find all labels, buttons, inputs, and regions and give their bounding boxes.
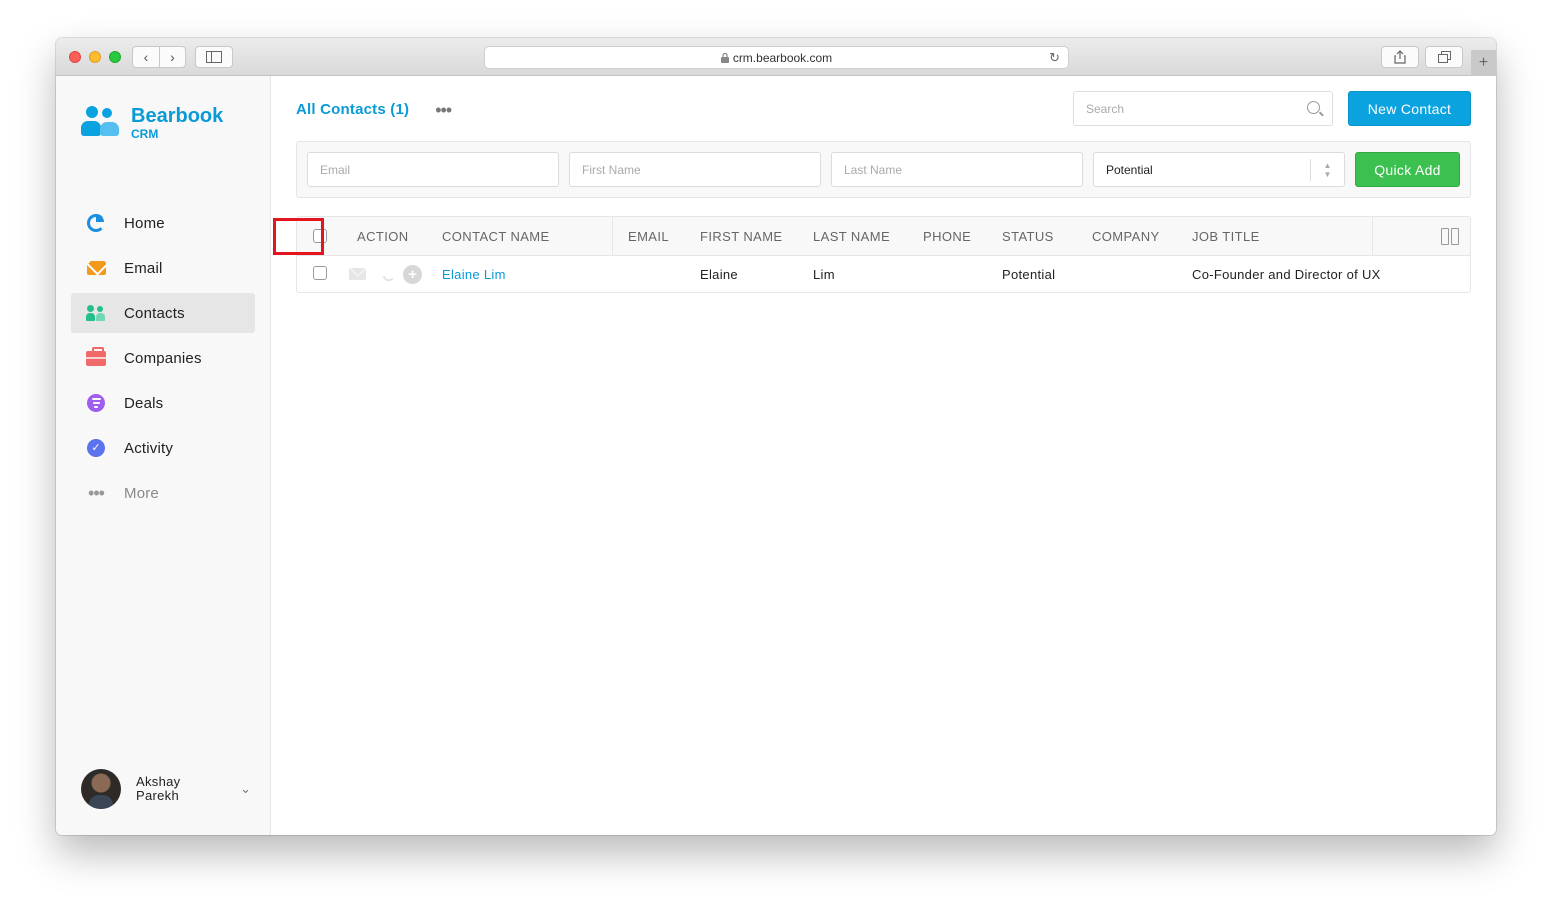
email-field[interactable]: Email [307,152,559,187]
column-header-job-title[interactable]: JOB TITLE [1192,217,1260,256]
table-header: ACTION CONTACT NAME EMAIL FIRST NAME LAS… [297,217,1470,256]
sidebar-item-contacts[interactable]: Contacts [71,293,255,333]
search-input[interactable]: Search [1073,91,1333,126]
column-header-status[interactable]: STATUS [1002,217,1054,256]
table-row[interactable]: + Elaine Lim Elaine Lim Potential Co-Fou… [297,256,1470,292]
last-name-field[interactable]: Last Name [831,152,1083,187]
share-button[interactable] [1381,46,1419,68]
column-header-email[interactable]: EMAIL [628,217,669,256]
sidebar-item-activity[interactable]: ✓ Activity [71,428,255,468]
column-header-action: ACTION [357,229,409,244]
sidebar-item-deals[interactable]: Deals [71,383,255,423]
sidebar-item-more[interactable]: ••• More [71,473,255,513]
new-contact-button[interactable]: New Contact [1348,91,1471,126]
tabs-icon [1437,51,1451,63]
browser-window: ‹ › crm.bearbook.com ↻ + Bearbook CRM Ho… [56,38,1496,835]
pie-chart-icon [86,213,106,233]
column-header-company[interactable]: COMPANY [1092,217,1160,256]
cell-last-name: Lim [813,267,835,282]
more-dots-icon: ••• [88,483,105,503]
history-nav: ‹ › [132,46,186,68]
close-window-button[interactable] [69,51,81,63]
sidebar-nav: Home Email Contacts Companies Deals ✓ Ac… [71,203,255,518]
brand-logo[interactable]: Bearbook CRM [81,106,223,141]
sidebar-toggle-button[interactable] [195,46,233,68]
quick-add-bar: Email First Name Last Name Potential ▲ ▼ … [296,141,1471,198]
minimize-window-button[interactable] [89,51,101,63]
lock-icon [720,52,729,63]
mail-icon [86,258,106,278]
user-name: Akshay Parekh [136,774,181,803]
contact-name-link[interactable]: Elaine Lim [442,256,506,292]
brand-subtitle: CRM [131,127,159,141]
add-circle-icon[interactable]: + [403,265,422,284]
avatar [81,769,121,809]
status-select[interactable]: Potential ▲ ▼ [1093,152,1345,187]
search-icon [1307,101,1320,114]
sidebar-item-label: Home [124,214,165,232]
contacts-table: ACTION CONTACT NAME EMAIL FIRST NAME LAS… [296,216,1471,293]
sidebar-item-label: Deals [124,394,164,412]
column-header-last-name[interactable]: LAST NAME [813,217,890,256]
main-content: All Contacts (1) ••• Search New Contact … [271,76,1496,835]
address-bar[interactable]: crm.bearbook.com ↻ [484,46,1069,69]
mail-icon[interactable] [349,268,366,280]
user-menu[interactable]: Akshay Parekh ⌄ [81,769,251,809]
column-header-first-name[interactable]: FIRST NAME [700,217,783,256]
column-header-phone[interactable]: PHONE [923,217,971,256]
sidebar-item-home[interactable]: Home [71,203,255,243]
sidebar: Bearbook CRM Home Email Contacts Compani… [56,76,271,835]
sidebar-item-email[interactable]: Email [71,248,255,288]
url-text: crm.bearbook.com [732,50,833,65]
check-circle-icon: ✓ [86,438,106,458]
more-dots-icon[interactable]: ••• [435,101,452,119]
cell-job-title: Co-Founder and Director of UX [1192,267,1381,282]
back-icon[interactable]: ‹ [133,47,159,67]
people-icon [86,303,106,323]
briefcase-icon [86,346,106,368]
share-icon [1394,50,1406,64]
phone-icon[interactable] [382,272,394,284]
sidebar-item-label: Email [124,259,163,277]
show-tabs-button[interactable] [1425,46,1463,68]
sidebar-item-companies[interactable]: Companies [71,338,255,378]
sidebar-item-label: More [124,484,159,502]
new-tab-button[interactable]: + [1471,50,1496,76]
sidebar-icon [206,51,222,63]
columns-icon[interactable] [1441,228,1459,245]
crm-app: Bearbook CRM Home Email Contacts Compani… [56,76,1496,835]
reload-icon[interactable]: ↻ [1049,50,1060,66]
select-all-checkbox[interactable] [313,229,327,243]
sidebar-item-label: Activity [124,439,174,457]
forward-icon[interactable]: › [158,47,185,67]
view-selector[interactable]: All Contacts (1) [296,101,409,118]
fullscreen-window-button[interactable] [109,51,121,63]
select-arrows-icon: ▲ ▼ [1310,159,1344,181]
first-name-field[interactable]: First Name [569,152,821,187]
cell-status: Potential [1002,267,1056,282]
filter-icon [86,393,106,413]
brand-name: Bearbook [131,105,224,127]
quick-add-button[interactable]: Quick Add [1355,152,1460,187]
column-header-contact-name[interactable]: CONTACT NAME [442,217,550,256]
row-checkbox[interactable] [313,266,327,280]
browser-titlebar: ‹ › crm.bearbook.com ↻ + [56,38,1496,76]
bear-logo-icon [81,106,121,138]
view-header: All Contacts (1) ••• [296,101,452,119]
chevron-down-icon[interactable]: ⌄ [240,781,251,797]
search-placeholder: Search [1086,101,1125,116]
sidebar-item-label: Companies [124,349,202,367]
sidebar-item-label: Contacts [124,304,185,322]
cell-first-name: Elaine [700,267,738,282]
